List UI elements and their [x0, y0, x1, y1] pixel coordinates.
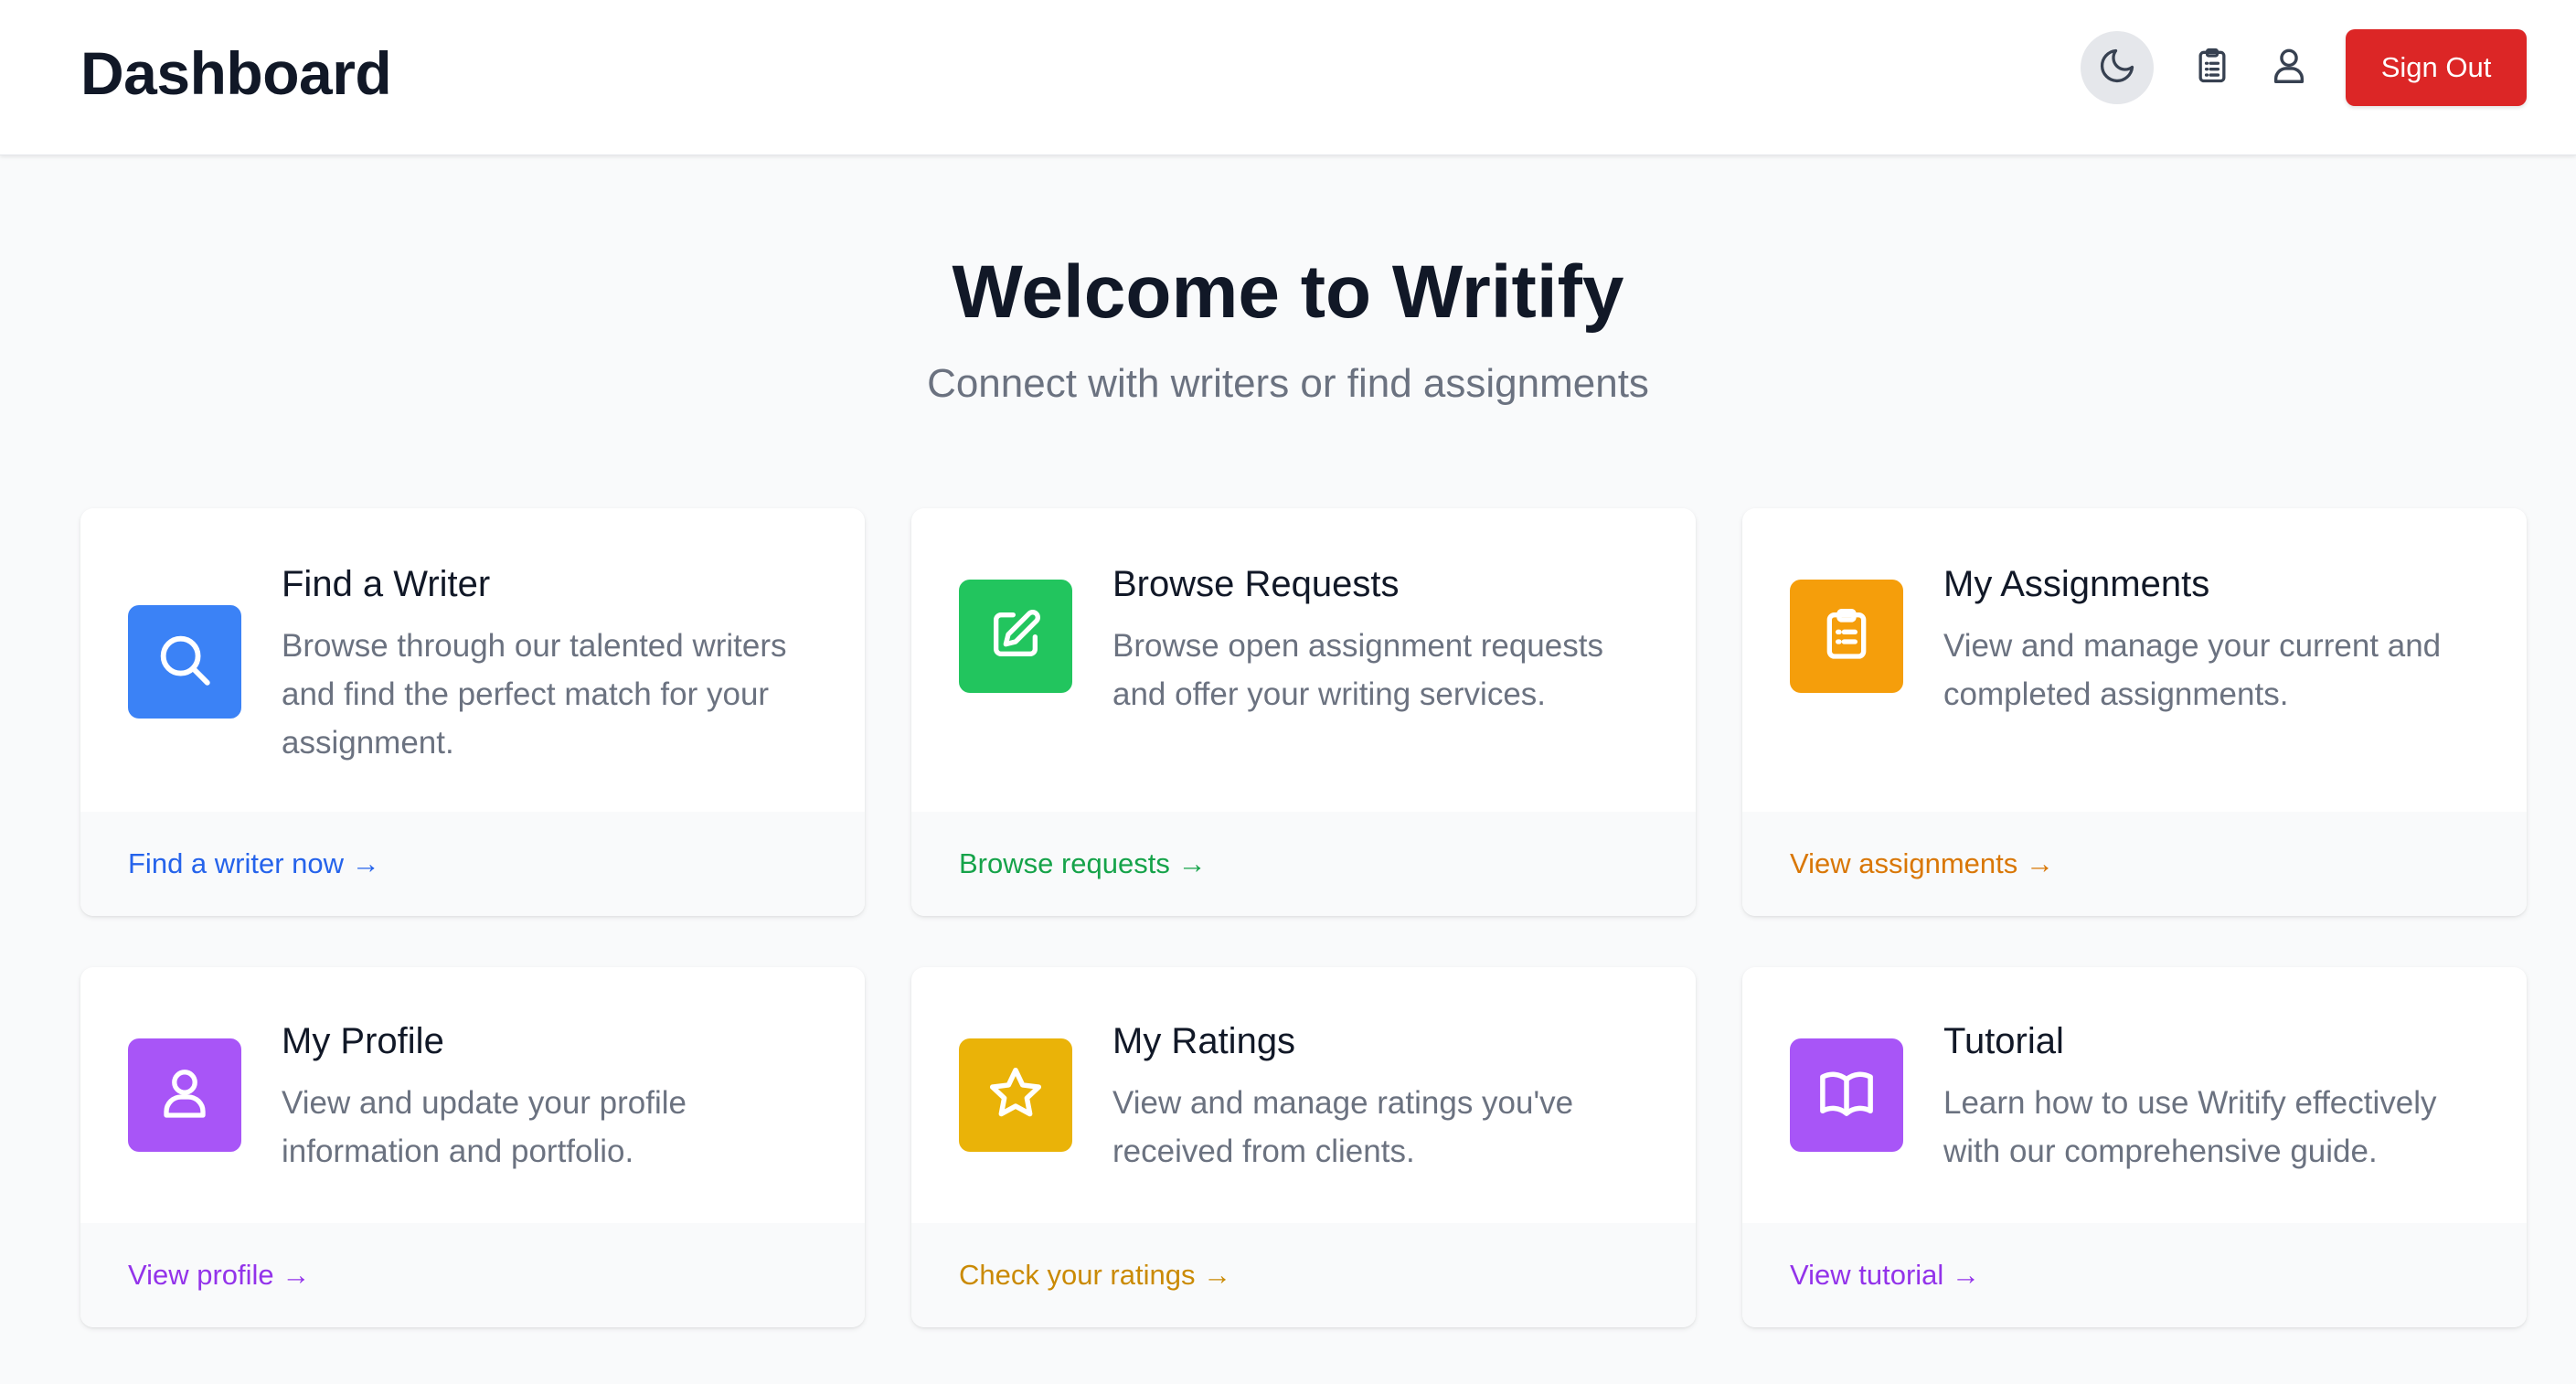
star-icon: [985, 1063, 1046, 1128]
page-title: Dashboard: [80, 39, 392, 107]
card-title: Browse Requests: [1112, 564, 1400, 604]
card-my-assignments[interactable]: My Assignments View and manage your curr…: [1742, 508, 2527, 916]
card-icon-box: [1790, 580, 1903, 693]
check-ratings-link[interactable]: Check your ratings →: [959, 1259, 1231, 1292]
card-tutorial[interactable]: Tutorial Learn how to use Writify effect…: [1742, 967, 2527, 1327]
user-icon: [2268, 45, 2310, 91]
moon-icon: [2097, 46, 2137, 90]
card-description: View and manage your current and complet…: [1943, 628, 2442, 712]
card-browse-requests[interactable]: Browse Requests Browse open assignment r…: [911, 508, 1696, 916]
assignments-nav-button[interactable]: [2179, 35, 2245, 101]
card-find-writer[interactable]: Find a Writer Browse through our talente…: [80, 508, 865, 916]
profile-nav-button[interactable]: [2256, 35, 2322, 101]
card-description: Browse open assignment requests and offe…: [1112, 628, 1603, 712]
top-bar: Dashboard Sign Out: [0, 0, 2576, 155]
theme-toggle-button[interactable]: [2081, 31, 2154, 104]
view-tutorial-link[interactable]: View tutorial →: [1790, 1259, 1980, 1292]
search-icon: [153, 628, 217, 697]
welcome-subtitle: Connect with writers or find assignments: [927, 361, 1649, 406]
view-profile-link[interactable]: View profile →: [128, 1259, 310, 1292]
card-title: Find a Writer: [282, 564, 491, 604]
card-footer: Check your ratings →: [911, 1223, 1696, 1327]
view-assignments-link[interactable]: View assignments →: [1790, 847, 2054, 880]
browse-requests-link[interactable]: Browse requests →: [959, 847, 1207, 880]
sign-out-button[interactable]: Sign Out: [2346, 29, 2527, 106]
card-description: Learn how to use Writify effectively wit…: [1943, 1085, 2437, 1169]
card-icon-box: [959, 1038, 1072, 1152]
book-icon: [1816, 1063, 1877, 1128]
clipboard-icon: [1817, 605, 1876, 668]
card-icon-box: [128, 1038, 241, 1152]
card-description: View and manage ratings you've received …: [1112, 1085, 1574, 1169]
card-footer: Browse requests →: [911, 812, 1696, 916]
find-writer-link[interactable]: Find a writer now →: [128, 847, 380, 880]
card-my-ratings[interactable]: My Ratings View and manage ratings you'v…: [911, 967, 1696, 1327]
card-footer: Find a writer now →: [80, 812, 865, 916]
card-icon-box: [1790, 1038, 1903, 1152]
edit-icon: [986, 605, 1045, 668]
card-title: My Assignments: [1943, 564, 2210, 604]
card-footer: View tutorial →: [1742, 1223, 2527, 1327]
card-icon-box: [128, 605, 241, 719]
card-my-profile[interactable]: My Profile View and update your profile …: [80, 967, 865, 1327]
welcome-title: Welcome to Writify: [952, 250, 1624, 334]
card-footer: View profile →: [80, 1223, 865, 1327]
card-footer: View assignments →: [1742, 812, 2527, 916]
card-description: View and update your profile information…: [282, 1085, 687, 1169]
card-description: Browse through our talented writers and …: [282, 628, 787, 761]
card-title: My Ratings: [1112, 1021, 1296, 1061]
card-icon-box: [959, 580, 1072, 693]
card-title: Tutorial: [1943, 1021, 2064, 1061]
user-icon: [155, 1064, 214, 1127]
clipboard-icon: [2192, 46, 2232, 90]
card-title: My Profile: [282, 1021, 444, 1061]
